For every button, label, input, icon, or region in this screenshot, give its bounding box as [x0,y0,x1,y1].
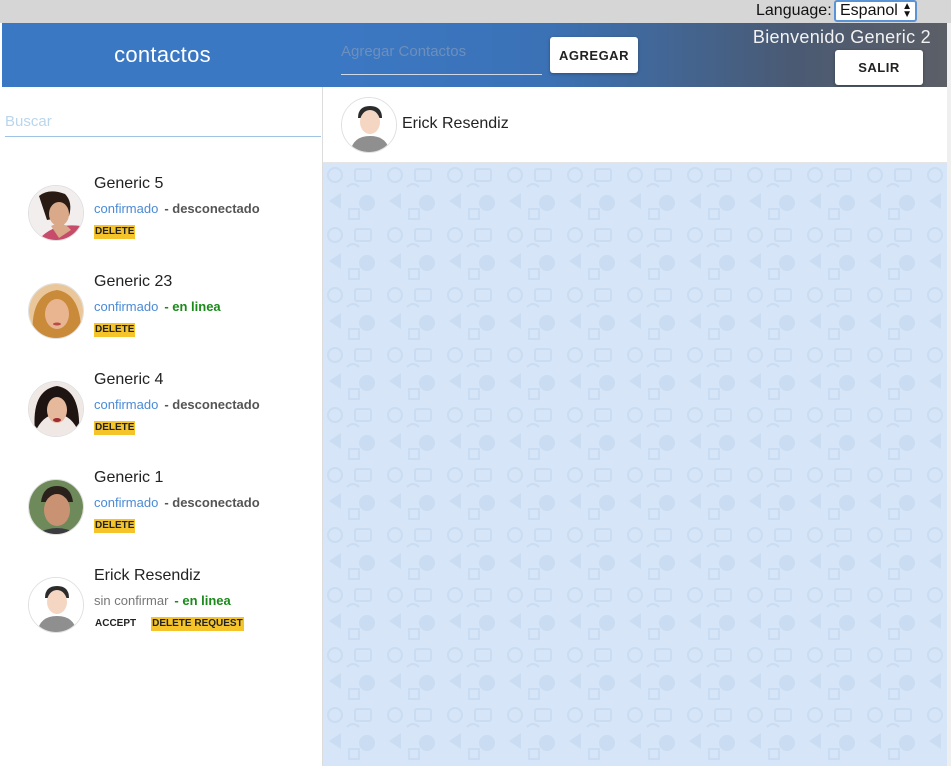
contact-item[interactable]: Generic 5 confirmado - desconectado DELET… [2,175,323,265]
contact-status-line: confirmado - desconectado [94,201,260,216]
contact-status: confirmado [94,495,159,510]
top-toolbar: Agregar Contactos AGREGAR Bienvenido Gen… [323,23,949,87]
contact-presence: - desconectado [164,201,260,216]
contact-actions: ACCEPT DELETE REQUEST [94,617,244,631]
contact-item[interactable]: Generic 1 confirmado - desconectado DELET… [2,469,323,559]
contact-item[interactable]: Generic 4 confirmado - desconectado DELET… [2,371,323,461]
language-selected-value: Espanol [840,2,898,19]
contact-status: confirmado [94,299,159,314]
contact-name: Generic 23 [94,273,173,290]
chat-contact-name: Erick Resendiz [402,115,509,132]
contact-name: Generic 4 [94,371,164,388]
language-bar: Language: Espanol ▲ ▼ [0,0,951,23]
contact-name: Generic 1 [94,469,164,486]
chat-area[interactable] [323,163,947,766]
avatar [28,283,84,339]
language-select[interactable]: Espanol ▲ ▼ [834,0,917,22]
logout-button[interactable]: SALIR [835,50,923,85]
contact-status-line: sin confirmar - en linea [94,593,231,608]
avatar [341,97,397,153]
contact-name: Erick Resendiz [94,567,201,584]
add-contact-placeholder: Agregar Contactos [341,43,467,60]
welcome-text: Bienvenido Generic 2 [752,27,931,47]
avatar [28,381,84,437]
contact-presence: - desconectado [164,495,260,510]
delete-button[interactable]: DELETE [94,323,136,337]
contact-presence: - en linea [164,299,221,314]
select-arrows-icon: ▲ ▼ [902,1,912,20]
contact-actions: DELETE [94,421,136,435]
avatar [28,479,84,535]
delete-button[interactable]: DELETE [94,421,136,435]
app-title: contactos [114,42,211,67]
contact-actions: DELETE [94,519,136,533]
contacts-sidebar: Buscar Generic 5 confirmado - desconectad… [2,87,323,766]
window-edge [947,23,951,766]
contact-status: confirmado [94,201,159,216]
add-contact-input[interactable]: Agregar Contactos [341,37,542,75]
accept-button[interactable]: ACCEPT [94,617,137,631]
contact-item[interactable]: Erick Resendiz sin confirmar - en linea A… [2,567,323,657]
search-placeholder: Buscar [5,113,52,130]
search-input[interactable]: Buscar [5,113,321,137]
contact-status: sin confirmar [94,593,169,608]
delete-button[interactable]: DELETE [94,519,136,533]
chat-header: Erick Resendiz [323,87,947,163]
contact-status: confirmado [94,397,159,412]
contact-presence: - desconectado [164,397,260,412]
contact-status-line: confirmado - desconectado [94,397,260,412]
contact-name: Generic 5 [94,175,164,192]
avatar [28,185,84,241]
contact-item[interactable]: Generic 23 confirmado - en linea DELETE [2,273,323,363]
add-contact-button[interactable]: AGREGAR [550,37,638,73]
delete-button[interactable]: DELETE [94,225,136,239]
app-header: contactos [2,23,323,87]
contact-actions: DELETE [94,323,136,337]
contact-actions: DELETE [94,225,136,239]
contact-status-line: confirmado - en linea [94,299,221,314]
contact-status-line: confirmado - desconectado [94,495,260,510]
chat-background-pattern [323,163,947,766]
avatar [28,577,84,633]
delete-request-button[interactable]: DELETE REQUEST [151,617,244,631]
language-label: Language: [756,2,832,19]
contact-presence: - en linea [174,593,231,608]
